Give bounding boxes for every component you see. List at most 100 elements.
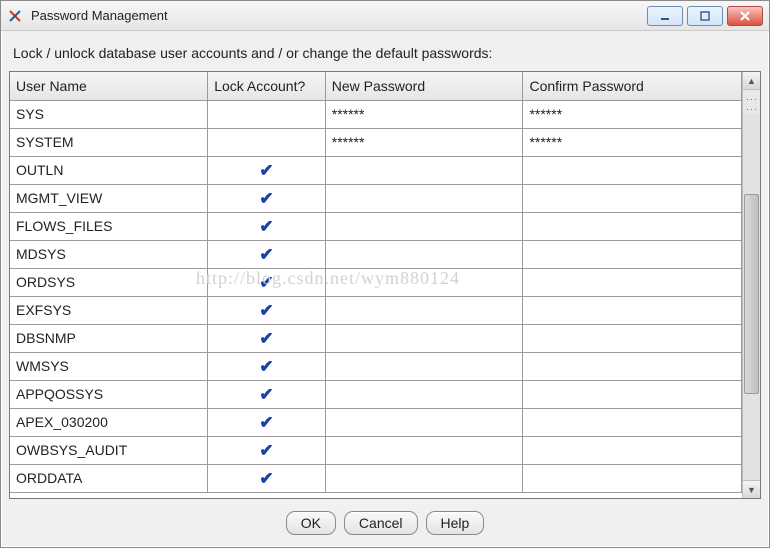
- cell-lock-account[interactable]: ✔: [208, 156, 326, 184]
- scroll-up-button[interactable]: ▲: [743, 72, 760, 90]
- table-row[interactable]: OUTLN✔: [10, 156, 742, 184]
- vertical-scrollbar[interactable]: ▲ ······ ▼: [742, 72, 760, 498]
- cell-confirm-password[interactable]: [523, 296, 742, 324]
- table-row[interactable]: DBSNMP ✔: [10, 324, 742, 352]
- cell-username[interactable]: OUTLN: [10, 156, 208, 184]
- cell-new-password[interactable]: [325, 436, 523, 464]
- minimize-button[interactable]: [647, 6, 683, 26]
- cell-username[interactable]: APEX_030200: [10, 408, 208, 436]
- cell-new-password[interactable]: [325, 212, 523, 240]
- scroll-thumb[interactable]: [744, 194, 759, 394]
- cell-lock-account[interactable]: [208, 100, 326, 128]
- cell-username[interactable]: SYS: [10, 100, 208, 128]
- cell-lock-account[interactable]: ✔: [208, 268, 326, 296]
- table-row[interactable]: SYS ************: [10, 100, 742, 128]
- cell-new-password[interactable]: ******: [325, 128, 523, 156]
- cell-lock-account[interactable]: ✔: [208, 352, 326, 380]
- cell-confirm-password[interactable]: [523, 156, 742, 184]
- cell-username[interactable]: MDSYS: [10, 240, 208, 268]
- cell-username[interactable]: MGMT_VIEW: [10, 184, 208, 212]
- cell-new-password[interactable]: [325, 352, 523, 380]
- cell-new-password[interactable]: [325, 408, 523, 436]
- cell-username[interactable]: DBSNMP: [10, 324, 208, 352]
- maximize-button[interactable]: [687, 6, 723, 26]
- cancel-button[interactable]: Cancel: [344, 511, 418, 535]
- cell-lock-account[interactable]: [208, 128, 326, 156]
- table-row[interactable]: APEX_030200 ✔: [10, 408, 742, 436]
- cell-username[interactable]: ORDDATA: [10, 464, 208, 492]
- cell-new-password[interactable]: [325, 464, 523, 492]
- password-management-window: Password Management Lock / unlock databa…: [0, 0, 770, 548]
- cell-lock-account[interactable]: ✔: [208, 464, 326, 492]
- app-icon: [7, 8, 23, 24]
- col-header-user[interactable]: User Name: [10, 72, 208, 100]
- cell-lock-account[interactable]: ✔: [208, 436, 326, 464]
- cell-confirm-password[interactable]: ******: [523, 100, 742, 128]
- cell-new-password[interactable]: ******: [325, 100, 523, 128]
- cell-confirm-password[interactable]: [523, 380, 742, 408]
- table-row[interactable]: ORDSYS✔: [10, 268, 742, 296]
- cell-username[interactable]: APPQOSSYS: [10, 380, 208, 408]
- cell-confirm-password[interactable]: [523, 408, 742, 436]
- cell-lock-account[interactable]: ✔: [208, 212, 326, 240]
- accounts-table: User Name Lock Account? New Password Con…: [10, 72, 742, 493]
- cell-username[interactable]: WMSYS: [10, 352, 208, 380]
- scroll-down-button[interactable]: ▼: [743, 480, 760, 498]
- table-row[interactable]: EXFSYS✔: [10, 296, 742, 324]
- cell-confirm-password[interactable]: [523, 324, 742, 352]
- check-icon: ✔: [259, 385, 273, 404]
- check-icon: ✔: [259, 189, 273, 208]
- cell-confirm-password[interactable]: ******: [523, 128, 742, 156]
- col-header-lock[interactable]: Lock Account?: [208, 72, 326, 100]
- cell-new-password[interactable]: [325, 156, 523, 184]
- cell-lock-account[interactable]: ✔: [208, 380, 326, 408]
- instruction-text: Lock / unlock database user accounts and…: [9, 39, 761, 71]
- cell-new-password[interactable]: [325, 268, 523, 296]
- check-icon: ✔: [259, 441, 273, 460]
- cell-username[interactable]: ORDSYS: [10, 268, 208, 296]
- cell-lock-account[interactable]: ✔: [208, 324, 326, 352]
- cell-username[interactable]: OWBSYS_AUDIT: [10, 436, 208, 464]
- table-row[interactable]: MGMT_VIEW ✔: [10, 184, 742, 212]
- cell-lock-account[interactable]: ✔: [208, 408, 326, 436]
- cell-confirm-password[interactable]: [523, 352, 742, 380]
- cell-username[interactable]: EXFSYS: [10, 296, 208, 324]
- ok-button[interactable]: OK: [286, 511, 336, 535]
- check-icon: ✔: [259, 329, 273, 348]
- table-row[interactable]: APPQOSSYS ✔: [10, 380, 742, 408]
- check-icon: ✔: [259, 245, 273, 264]
- cell-username[interactable]: FLOWS_FILES: [10, 212, 208, 240]
- cell-username[interactable]: SYSTEM: [10, 128, 208, 156]
- help-button[interactable]: Help: [426, 511, 485, 535]
- cell-confirm-password[interactable]: [523, 184, 742, 212]
- col-header-confpw[interactable]: Confirm Password: [523, 72, 742, 100]
- scroll-track[interactable]: [743, 114, 760, 480]
- cell-new-password[interactable]: [325, 240, 523, 268]
- cell-lock-account[interactable]: ✔: [208, 184, 326, 212]
- cell-new-password[interactable]: [325, 296, 523, 324]
- dialog-button-bar: OK Cancel Help: [9, 499, 761, 547]
- accounts-grid[interactable]: User Name Lock Account? New Password Con…: [10, 72, 742, 498]
- cell-confirm-password[interactable]: [523, 268, 742, 296]
- close-button[interactable]: [727, 6, 763, 26]
- col-header-newpw[interactable]: New Password: [325, 72, 523, 100]
- dialog-body: Lock / unlock database user accounts and…: [1, 31, 769, 547]
- check-icon: ✔: [259, 217, 273, 236]
- table-row[interactable]: MDSYS ✔: [10, 240, 742, 268]
- cell-new-password[interactable]: [325, 184, 523, 212]
- cell-confirm-password[interactable]: [523, 240, 742, 268]
- table-header-row: User Name Lock Account? New Password Con…: [10, 72, 742, 100]
- cell-confirm-password[interactable]: [523, 436, 742, 464]
- check-icon: ✔: [259, 413, 273, 432]
- cell-new-password[interactable]: [325, 324, 523, 352]
- table-row[interactable]: FLOWS_FILES ✔: [10, 212, 742, 240]
- cell-new-password[interactable]: [325, 380, 523, 408]
- table-row[interactable]: SYSTEM ************: [10, 128, 742, 156]
- cell-lock-account[interactable]: ✔: [208, 240, 326, 268]
- table-row[interactable]: WMSYS✔: [10, 352, 742, 380]
- table-row[interactable]: OWBSYS_AUDIT ✔: [10, 436, 742, 464]
- cell-confirm-password[interactable]: [523, 464, 742, 492]
- cell-confirm-password[interactable]: [523, 212, 742, 240]
- table-row[interactable]: ORDDATA✔: [10, 464, 742, 492]
- cell-lock-account[interactable]: ✔: [208, 296, 326, 324]
